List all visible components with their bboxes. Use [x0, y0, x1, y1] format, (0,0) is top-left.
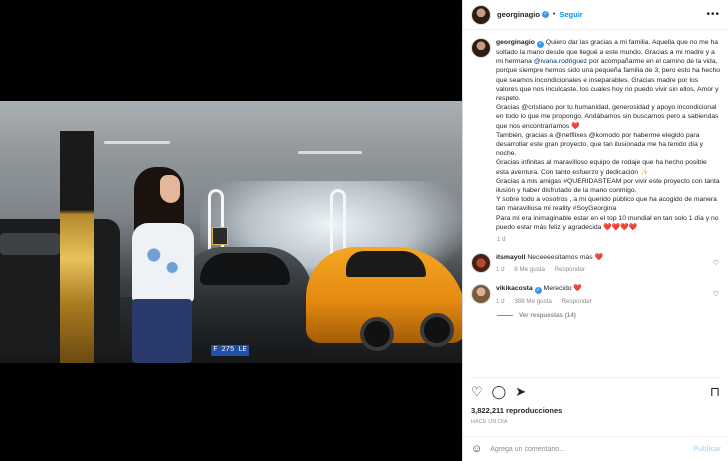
- more-options-icon[interactable]: •••: [706, 9, 720, 20]
- replies-line: [497, 315, 513, 317]
- video-player[interactable]: F 275 LE: [0, 0, 462, 461]
- reply-button[interactable]: Responder: [562, 298, 592, 305]
- save-bookmark-icon[interactable]: ⊓: [710, 385, 720, 398]
- comment-bubble-icon[interactable]: ◯: [492, 385, 507, 398]
- video-frame: F 275 LE: [0, 101, 462, 363]
- posted-time[interactable]: HACE UN DÍA: [471, 419, 508, 425]
- caption-paragraph: Para mí era inimaginable estar en el top…: [496, 214, 719, 231]
- publish-button[interactable]: Publicar: [693, 446, 721, 453]
- comment-item: vikikacosta ✓ Merecido ❤️ 1 d 388 Me gust…: [471, 284, 721, 306]
- ceiling-light: [298, 151, 362, 154]
- gold-pillar: [60, 131, 94, 363]
- verified-badge-icon: ✓: [536, 41, 544, 48]
- like-comment-heart-icon[interactable]: ♡: [713, 290, 719, 298]
- avatar[interactable]: [471, 253, 491, 274]
- verified-badge-icon: ✓: [534, 287, 542, 295]
- orange-supercar-glass: [346, 251, 426, 277]
- view-replies-label: Ver respuestas (14): [519, 312, 576, 320]
- comment-meta: 1 d 388 Me gusta Responder: [496, 297, 710, 306]
- comment-input[interactable]: [490, 445, 694, 453]
- comment-composer: ☺ Publicar: [463, 436, 728, 461]
- follow-button[interactable]: Seguir: [559, 10, 582, 19]
- avatar[interactable]: [471, 4, 491, 25]
- wheel: [360, 317, 394, 351]
- comment-text: Merecido ❤️: [541, 285, 582, 293]
- post-side-panel: georginagio ✓ • Seguir ••• georginagio ✓ …: [462, 0, 728, 461]
- comment-username[interactable]: vikikacosta: [496, 285, 533, 292]
- action-bar: ♡ ◯ ➤ ⊓: [471, 377, 720, 401]
- verified-badge-icon: ✓: [541, 11, 549, 18]
- author-username[interactable]: georginagio: [497, 10, 540, 19]
- gray-supercar-glass: [200, 253, 290, 285]
- avatar[interactable]: [471, 38, 491, 58]
- comment-time[interactable]: 1 d: [496, 298, 505, 305]
- comment-body: vikikacosta ✓ Merecido ❤️ 1 d 388 Me gust…: [496, 284, 710, 306]
- comment-time[interactable]: 1 d: [496, 266, 505, 273]
- caption-paragraph: También, gracias a @netflixes @komodo po…: [496, 131, 704, 158]
- views-count[interactable]: 3,822,211 reproducciones: [471, 406, 562, 415]
- license-plate: F 275 LE: [211, 345, 249, 356]
- like-comment-heart-icon[interactable]: ♡: [713, 259, 719, 267]
- separator-dot: •: [552, 11, 556, 18]
- reply-button[interactable]: Responder: [555, 266, 585, 273]
- comment-meta: 1 d 8 Me gusta Responder: [496, 265, 710, 274]
- caption: georginagio ✓ Quiero dar las gracias a mi…: [471, 38, 721, 232]
- like-heart-icon[interactable]: ♡: [471, 385, 483, 398]
- comment-likes[interactable]: 388 Me gusta: [514, 298, 552, 305]
- view-replies-button[interactable]: Ver respuestas (14): [497, 312, 721, 319]
- mention-link[interactable]: @ivana.rodriguez: [534, 58, 587, 65]
- caption-time[interactable]: 1 d: [497, 236, 721, 243]
- comment-username[interactable]: itsmayoll: [496, 254, 525, 261]
- caption-text: georginagio ✓ Quiero dar las gracias a mi…: [496, 38, 721, 232]
- shirt-print: [140, 235, 186, 285]
- caption-paragraph: Gracias a mis amigas #QUERIDASTEAM por v…: [496, 177, 720, 195]
- post-dialog: F 275 LE georginagio ✓ • Seguir ••• geor…: [0, 0, 728, 461]
- brand-emblem: [212, 227, 228, 245]
- caption-username[interactable]: georginagio: [496, 39, 535, 46]
- suv-window: [0, 233, 60, 255]
- comment-item: itsmayoll Neceeeesitamos más ❤️ 1 d 8 Me…: [471, 253, 721, 274]
- comment-text: Neceeeesitamos más ❤️: [525, 254, 604, 262]
- avatar[interactable]: [471, 284, 491, 305]
- comment-body: itsmayoll Neceeeesitamos más ❤️ 1 d 8 Me…: [496, 253, 710, 274]
- post-header: georginagio ✓ • Seguir •••: [463, 0, 728, 30]
- wheel: [420, 313, 454, 347]
- caption-paragraph: Gracias infinitas al maravilloso equipo …: [496, 159, 707, 176]
- share-send-icon[interactable]: ➤: [515, 385, 526, 398]
- ceiling-light: [104, 141, 170, 144]
- caption-paragraph: Y sobre todo a vosotros , a mi querido p…: [496, 196, 717, 213]
- woman-face: [160, 175, 180, 203]
- caption-paragraph: Gracias @cristiano por tu humanidad, gen…: [496, 104, 719, 130]
- comment-likes[interactable]: 8 Me gusta: [514, 266, 545, 273]
- comments-list[interactable]: georginagio ✓ Quiero dar las gracias a mi…: [463, 38, 728, 372]
- emoji-picker-icon[interactable]: ☺: [471, 443, 482, 455]
- woman-pants: [132, 299, 192, 363]
